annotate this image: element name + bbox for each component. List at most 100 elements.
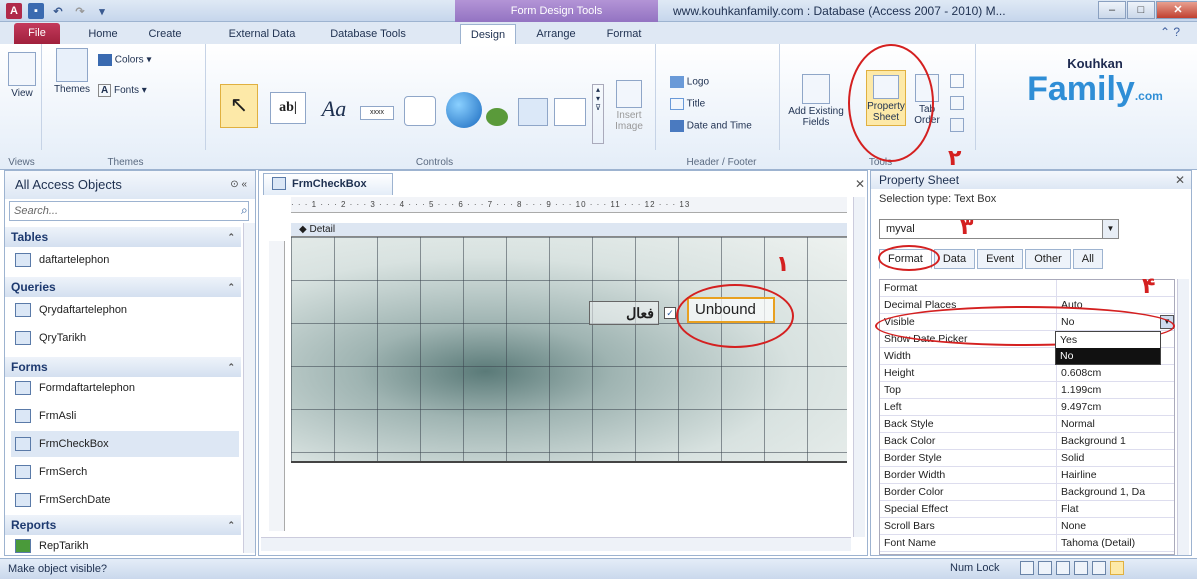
dropdown-option-no[interactable]: No <box>1056 348 1160 364</box>
property-sheet-close-icon[interactable]: ✕ <box>1175 173 1185 187</box>
property-row[interactable]: Special Effect Flat <box>880 501 1174 518</box>
layout-view-icon[interactable] <box>1056 561 1070 575</box>
nav-section-forms[interactable]: Forms ⌃ <box>5 357 241 377</box>
tab-file[interactable]: File <box>14 23 60 44</box>
nav-item-qrytarikh[interactable]: QryTarikh <box>11 325 239 351</box>
checkbox-label[interactable]: فعال <box>589 301 659 325</box>
property-value[interactable]: Normal <box>1056 416 1174 433</box>
add-existing-fields-button[interactable]: Add Existing Fields <box>788 74 844 128</box>
property-value[interactable]: 0.608cm <box>1056 365 1174 382</box>
nav-search-input[interactable]: Search... <box>9 201 249 221</box>
nav-header-icon[interactable]: ⊙ « <box>230 171 247 199</box>
checkbox-control[interactable]: ✓ <box>664 307 676 319</box>
nav-section-tables[interactable]: Tables ⌃ <box>5 227 241 247</box>
convert-macros-icon[interactable] <box>950 118 964 132</box>
tab-home[interactable]: Home <box>78 24 128 44</box>
control-selector[interactable]: myval ▼ <box>879 219 1119 239</box>
property-value[interactable]: Background 1, Da <box>1056 484 1174 501</box>
property-value[interactable]: Background 1 <box>1056 433 1174 450</box>
nav-item-frmasli[interactable]: FrmAsli <box>11 403 239 429</box>
customize-qat-icon[interactable]: ▾ <box>94 3 110 19</box>
tab-format[interactable]: Format <box>596 24 652 44</box>
tab-event-props[interactable]: Event <box>977 249 1024 269</box>
nav-section-queries[interactable]: Queries ⌃ <box>5 277 241 297</box>
tab-design[interactable]: Design <box>460 24 516 44</box>
date-time-button[interactable]: Date and Time <box>670 120 752 132</box>
nav-scrollbar[interactable] <box>243 223 255 553</box>
tab-other-props[interactable]: Other <box>1025 249 1071 269</box>
navigation-control-icon[interactable] <box>518 98 548 126</box>
property-row[interactable]: Back Style Normal <box>880 416 1174 433</box>
property-row[interactable]: Scroll Bars None <box>880 518 1174 535</box>
nav-section-reports[interactable]: Reports ⌃ <box>5 515 241 535</box>
textbox-control-icon[interactable]: ab| <box>270 92 306 124</box>
logo-button[interactable]: Logo <box>670 76 709 88</box>
nav-item-reptarikh[interactable]: RepTarikh <box>11 533 239 559</box>
view-button[interactable]: View <box>4 52 40 99</box>
hyperlink-globe-icon[interactable] <box>446 92 482 128</box>
property-value[interactable]: Tahoma (Detail) <box>1056 535 1174 552</box>
document-close-icon[interactable]: ✕ <box>855 177 865 191</box>
themes-button[interactable]: Themes <box>50 48 94 95</box>
property-value[interactable]: 9.497cm <box>1056 399 1174 416</box>
property-value[interactable]: 1.199cm <box>1056 382 1174 399</box>
label-control-icon[interactable]: Aa <box>314 96 354 122</box>
dropdown-option-yes[interactable]: Yes <box>1056 332 1160 348</box>
nav-item-daftartelephon[interactable]: daftartelephon <box>11 247 239 273</box>
view-code-icon[interactable] <box>950 96 964 110</box>
property-row[interactable]: Border Style Solid <box>880 450 1174 467</box>
nav-item-frmserchdate[interactable]: FrmSerchDate <box>11 487 239 513</box>
maximize-button[interactable]: □ <box>1127 1 1155 19</box>
document-vertical-scrollbar[interactable] <box>853 197 865 537</box>
title-button[interactable]: Title <box>670 98 705 110</box>
design-view-icon[interactable] <box>1110 561 1124 575</box>
document-tab[interactable]: FrmCheckBox <box>263 173 393 195</box>
nav-header[interactable]: All Access Objects ⊙ « <box>5 171 255 199</box>
detail-section-bar[interactable]: ◆ Detail <box>291 223 847 237</box>
web-browser-icon[interactable] <box>486 108 508 126</box>
document-horizontal-scrollbar[interactable] <box>261 537 851 551</box>
option-group-icon[interactable] <box>554 98 586 126</box>
save-icon[interactable]: ▪ <box>28 3 44 19</box>
property-scrollbar[interactable] <box>1177 279 1189 555</box>
close-button[interactable]: ✕ <box>1156 1 1197 19</box>
property-value[interactable] <box>1056 280 1174 297</box>
property-value[interactable]: Solid <box>1056 450 1174 467</box>
property-row[interactable]: Height 0.608cm <box>880 365 1174 382</box>
subform-icon[interactable] <box>950 74 964 88</box>
colors-button[interactable]: Colors ▾ <box>98 54 152 66</box>
property-row[interactable]: Left 9.497cm <box>880 399 1174 416</box>
tab-arrange[interactable]: Arrange <box>528 24 584 44</box>
access-app-icon[interactable]: A <box>6 3 22 19</box>
minimize-button[interactable]: – <box>1098 1 1126 19</box>
undo-icon[interactable]: ↶ <box>50 3 66 19</box>
help-icon[interactable]: ⌃ ? <box>1160 25 1180 39</box>
pivot-view-icon[interactable] <box>1074 561 1088 575</box>
property-row[interactable]: Border Color Background 1, Da <box>880 484 1174 501</box>
tab-control-icon[interactable] <box>404 96 436 126</box>
controls-gallery-more-icon[interactable]: ▴ ▾ ⊽ <box>592 84 604 144</box>
chart-view-icon[interactable] <box>1092 561 1106 575</box>
form-view-icon[interactable] <box>1020 561 1034 575</box>
insert-image-button[interactable]: Insert Image <box>608 80 650 132</box>
tab-data-props[interactable]: Data <box>933 249 976 269</box>
tab-create[interactable]: Create <box>138 24 192 44</box>
tab-external-data[interactable]: External Data <box>222 24 302 44</box>
property-row[interactable]: Font Name Tahoma (Detail) <box>880 535 1174 552</box>
property-row[interactable]: Format <box>880 280 1174 297</box>
form-detail-canvas[interactable] <box>291 237 847 463</box>
search-icon[interactable]: ⌕ <box>241 203 248 218</box>
tab-database-tools[interactable]: Database Tools <box>320 24 416 44</box>
chevron-down-icon[interactable]: ▼ <box>1102 220 1118 238</box>
property-row[interactable]: Top 1.199cm <box>880 382 1174 399</box>
fonts-button[interactable]: A Fonts ▾ <box>98 84 147 97</box>
property-value[interactable]: None <box>1056 518 1174 535</box>
tab-all-props[interactable]: All <box>1072 249 1103 269</box>
property-row[interactable]: Back Color Background 1 <box>880 433 1174 450</box>
datasheet-view-icon[interactable] <box>1038 561 1052 575</box>
redo-icon[interactable]: ↷ <box>72 3 88 19</box>
button-control-icon[interactable]: xxxx <box>360 106 394 120</box>
nav-item-frmserch[interactable]: FrmSerch <box>11 459 239 485</box>
nav-item-qrydaftartelephon[interactable]: Qrydaftartelephon <box>11 297 239 323</box>
property-row[interactable]: Border Width Hairline <box>880 467 1174 484</box>
